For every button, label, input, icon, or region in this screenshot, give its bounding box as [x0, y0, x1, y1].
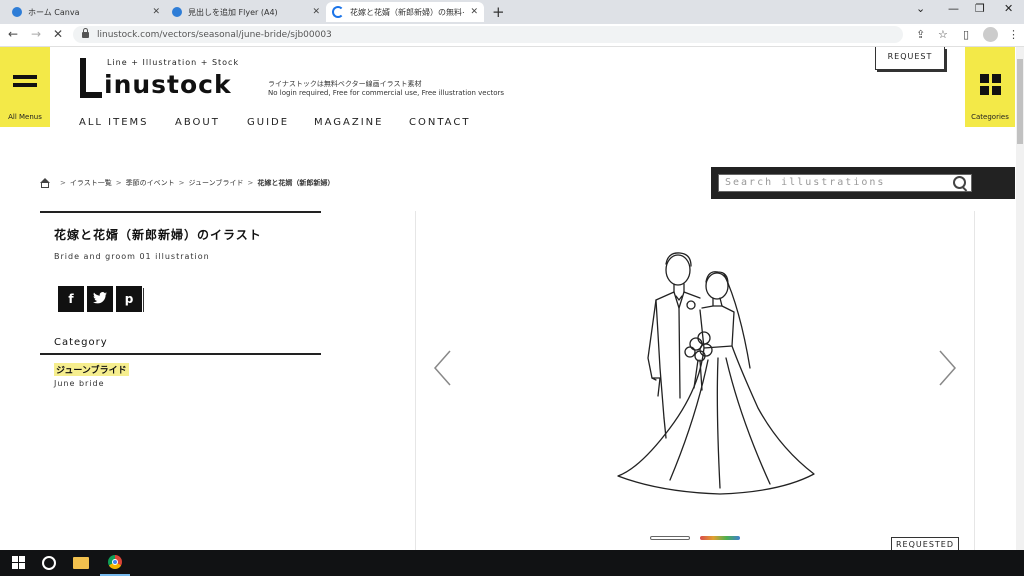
bride-groom-illustration	[617, 252, 815, 495]
slide-indicator-active[interactable]	[700, 536, 740, 540]
canva-favicon-icon	[12, 7, 22, 17]
breadcrumb-item[interactable]: イラスト一覧	[70, 178, 112, 188]
tagline-english: No login required, Free for commercial u…	[268, 89, 505, 97]
facebook-share-button[interactable]: f	[58, 286, 84, 312]
nav-guide[interactable]: GUIDE	[247, 117, 289, 128]
pinterest-icon: p	[124, 292, 134, 306]
browser-tab-canva-home[interactable]: ホーム Canva ✕	[6, 2, 166, 22]
chrome-icon	[108, 555, 122, 569]
category-heading: Category	[54, 337, 108, 348]
new-tab-icon[interactable]: +	[492, 3, 505, 21]
next-arrow-icon[interactable]	[930, 349, 960, 387]
bookmark-star-icon[interactable]: ☆	[938, 28, 948, 41]
breadcrumb-item[interactable]: ジューンブライド	[189, 178, 244, 188]
pinterest-share-button[interactable]: p	[116, 286, 142, 312]
nav-all-items[interactable]: ALL ITEMS	[79, 117, 149, 128]
nav-magazine[interactable]: MAGAZINE	[314, 117, 383, 128]
restore-icon[interactable]: ❐	[975, 2, 985, 15]
categories-label: Categories	[971, 113, 1009, 121]
back-arrow-icon[interactable]: ←	[8, 27, 18, 41]
lock-icon	[82, 27, 89, 38]
windows-logo-icon	[12, 556, 26, 570]
profile-avatar-icon[interactable]	[983, 27, 998, 42]
loading-spinner-icon	[332, 6, 344, 18]
tab-title: ホーム Canva	[28, 7, 80, 17]
category-tag-link[interactable]: ジューンブライド	[54, 363, 129, 376]
folder-icon	[73, 557, 89, 569]
browser-tab-flyer[interactable]: 見出しを追加 Flyer (A4) ✕	[166, 2, 326, 22]
chrome-taskbar-button[interactable]	[100, 550, 130, 576]
divider	[40, 353, 321, 355]
logo-subtitle: Line + Illustration + Stock	[107, 58, 240, 67]
browser-tab-strip: ホーム Canva ✕ 見出しを追加 Flyer (A4) ✕ 花嫁と花婿（新郎…	[0, 0, 1024, 24]
grid-icon	[980, 74, 1002, 96]
divider	[143, 288, 144, 312]
minimize-icon[interactable]: —	[948, 2, 959, 15]
slide-indicator-inactive[interactable]	[650, 536, 690, 540]
category-english: June bride	[54, 379, 105, 388]
tab-title: 花嫁と花婿（新郎新婦）の無料イ	[350, 7, 465, 17]
tagline-japanese: ライナストックは無料ベクター線画イラスト素材	[268, 80, 422, 88]
search-circle-icon	[42, 556, 56, 570]
url-text: linustock.com/vectors/seasonal/june-brid…	[97, 29, 332, 40]
windows-taskbar	[0, 550, 1024, 576]
browser-toolbar: ← → ✕ linustock.com/vectors/seasonal/jun…	[0, 24, 1024, 47]
nav-about[interactable]: ABOUT	[175, 117, 220, 128]
address-bar[interactable]: linustock.com/vectors/seasonal/june-brid…	[73, 26, 903, 43]
nav-contact[interactable]: CONTACT	[409, 117, 470, 128]
side-panel-icon[interactable]: ▯	[963, 28, 969, 41]
twitter-icon	[93, 291, 107, 307]
start-button[interactable]	[4, 550, 34, 576]
tab-title: 見出しを追加 Flyer (A4)	[188, 7, 278, 17]
close-tab-icon[interactable]: ✕	[312, 7, 320, 17]
page-title: 花嫁と花婿（新郎新婦）のイラスト	[54, 228, 262, 242]
close-tab-icon[interactable]: ✕	[470, 7, 478, 17]
all-menus-button[interactable]: All Menus	[0, 47, 50, 127]
logo-mark[interactable]	[77, 58, 105, 100]
categories-button[interactable]: Categories	[965, 47, 1015, 127]
hamburger-icon	[13, 75, 37, 79]
viewer-border	[415, 211, 416, 550]
twitter-share-button[interactable]	[87, 286, 113, 312]
request-button[interactable]: REQUEST	[875, 47, 945, 70]
viewer-border	[974, 211, 975, 550]
search-icon[interactable]	[953, 176, 966, 189]
page-subtitle: Bride and groom 01 illustration	[54, 252, 210, 261]
stop-loading-icon[interactable]: ✕	[53, 27, 63, 41]
divider	[40, 211, 321, 213]
breadcrumb-item[interactable]: 季節のイベント	[126, 178, 175, 188]
more-menu-icon[interactable]: ⋮	[1008, 28, 1019, 41]
canva-favicon-icon	[172, 7, 182, 17]
scrollbar-thumb[interactable]	[1017, 59, 1023, 144]
requested-tab[interactable]: REQUESTED	[891, 537, 959, 551]
share-icon[interactable]: ⇪	[916, 28, 925, 41]
forward-arrow-icon[interactable]: →	[31, 27, 41, 41]
close-tab-icon[interactable]: ✕	[152, 7, 160, 17]
all-menus-label: All Menus	[8, 113, 42, 121]
home-icon[interactable]	[40, 178, 50, 188]
breadcrumb-current: 花嫁と花婿（新郎新婦）	[257, 179, 335, 187]
previous-arrow-icon[interactable]	[430, 349, 460, 387]
browser-tab-linustock[interactable]: 花嫁と花婿（新郎新婦）の無料イ ✕	[326, 2, 484, 22]
tab-search-chevron-icon[interactable]: ⌄	[916, 2, 925, 15]
file-explorer-button[interactable]	[66, 550, 96, 576]
breadcrumb: > イラスト一覧 > 季節のイベント > ジューンブライド > 花嫁と花婿（新郎…	[40, 178, 334, 188]
logo-text[interactable]: inustock	[104, 70, 232, 99]
task-view-button[interactable]	[34, 550, 64, 576]
facebook-icon: f	[68, 292, 74, 306]
close-window-icon[interactable]: ✕	[1004, 2, 1013, 15]
search-input[interactable]: Search illustrations	[718, 174, 972, 192]
